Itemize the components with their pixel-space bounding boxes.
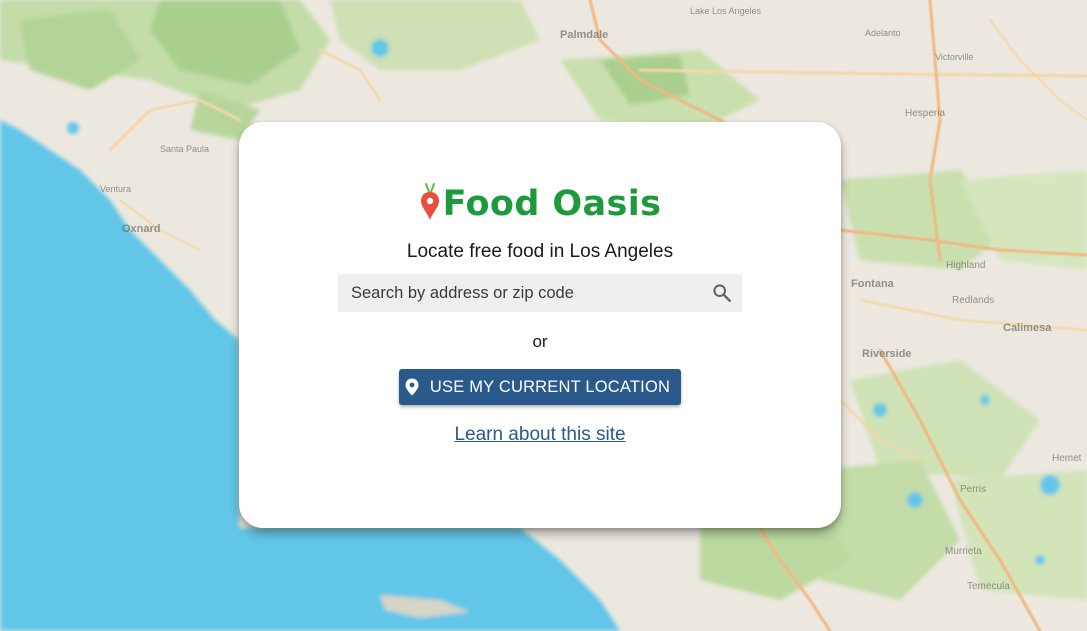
location-pin-icon xyxy=(405,378,419,396)
map-label: Palmdale xyxy=(560,29,608,41)
map-label: Fontana xyxy=(851,278,895,290)
map-label: Riverside xyxy=(862,348,912,360)
search-input[interactable] xyxy=(338,274,711,312)
search-card: Food Oasis Locate free food in Los Angel… xyxy=(239,122,841,528)
map-label: Hesperia xyxy=(905,108,945,119)
map-label: Victorville xyxy=(935,52,973,62)
map-label: Redlands xyxy=(952,295,994,306)
map-label: Adelanto xyxy=(865,28,901,38)
map-label: Santa Paula xyxy=(160,144,209,154)
map-label: Temecula xyxy=(967,581,1010,592)
map-label: Oxnard xyxy=(122,223,161,235)
map-label: Lake Los Angeles xyxy=(690,6,762,16)
map-label: Highland xyxy=(946,260,985,271)
map-label: Ventura xyxy=(100,184,131,194)
search-box xyxy=(338,274,742,312)
location-button-label: USE MY CURRENT LOCATION xyxy=(429,377,671,396)
tagline: Locate free food in Los Angeles xyxy=(406,241,674,262)
or-separator: or xyxy=(532,332,548,351)
use-current-location-button[interactable]: USE MY CURRENT LOCATION xyxy=(399,369,681,405)
learn-link-container: Learn about this site xyxy=(239,424,841,446)
learn-about-link[interactable]: Learn about this site xyxy=(454,424,625,445)
search-icon[interactable] xyxy=(711,282,733,304)
map-label: Perris xyxy=(960,484,986,495)
map-label: Hemet xyxy=(1052,453,1082,464)
map-label: Calimesa xyxy=(1003,322,1052,334)
carrot-pin-icon xyxy=(420,183,439,220)
logo-text: Food Oasis xyxy=(442,184,662,224)
map-label: Murrieta xyxy=(945,546,982,557)
logo: Food Oasis xyxy=(239,182,841,226)
